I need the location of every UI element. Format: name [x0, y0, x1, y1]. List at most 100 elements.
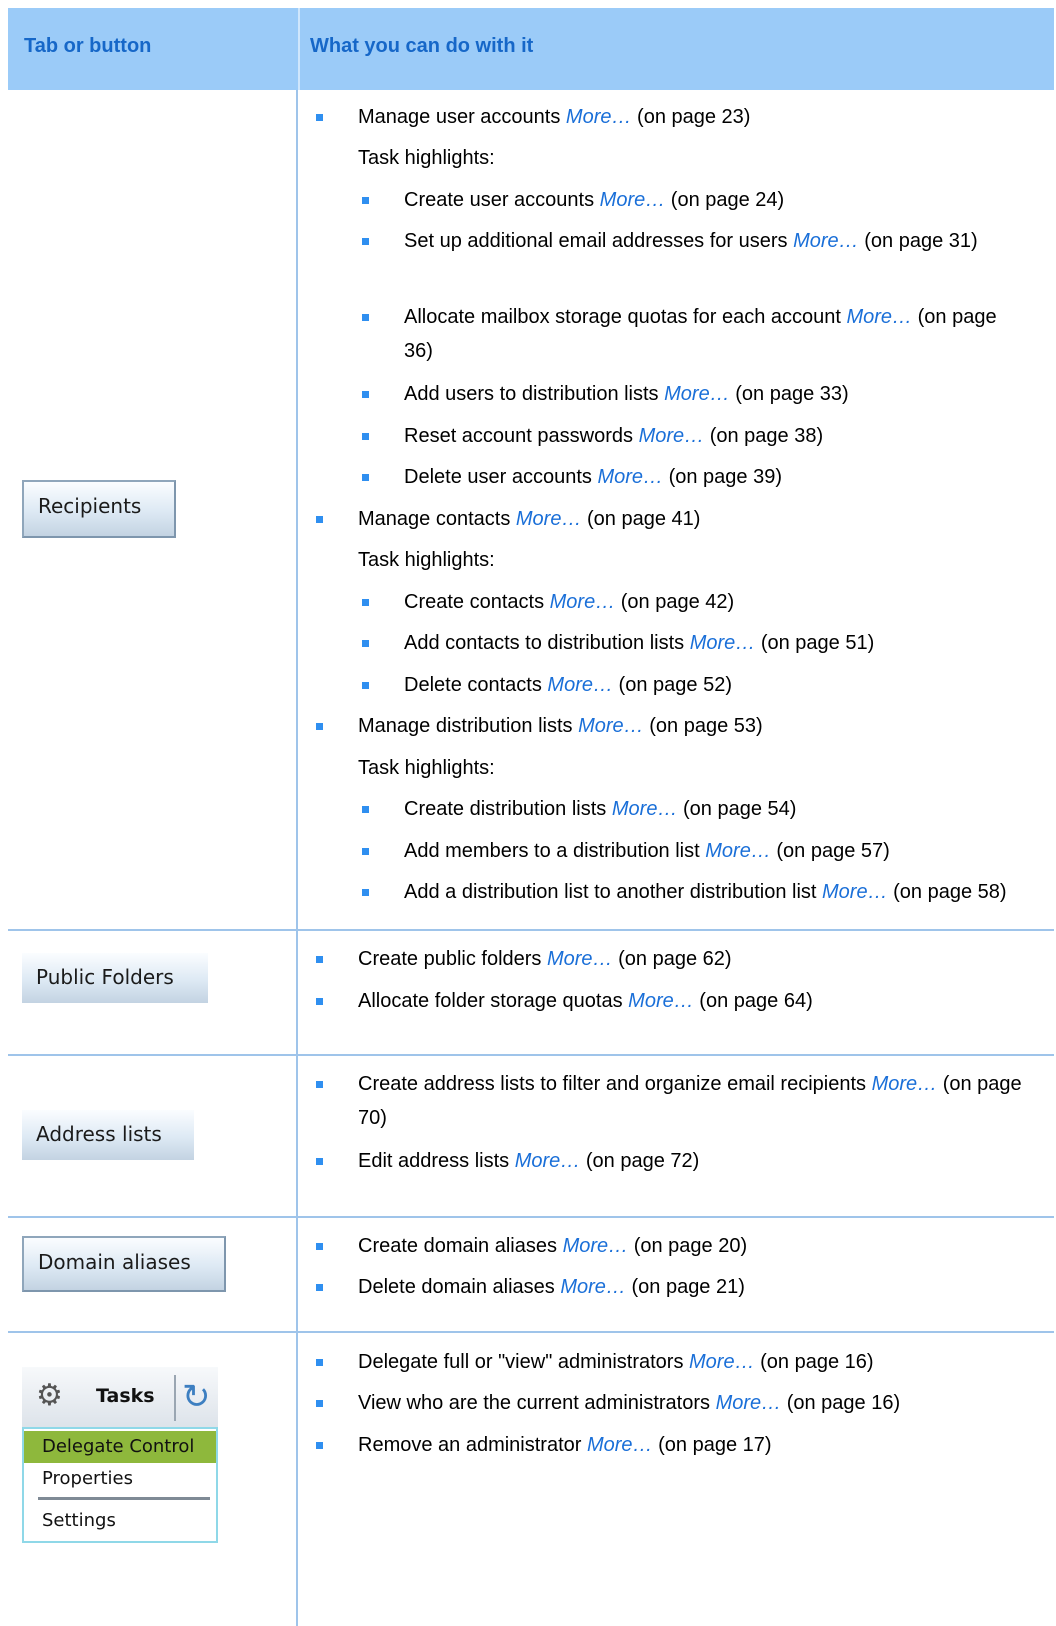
item-text: Manage contacts — [358, 508, 516, 530]
more-link[interactable]: More… — [578, 715, 644, 737]
task-highlights-label: Task highlights: — [358, 147, 495, 169]
bullet-icon — [316, 1284, 323, 1291]
menu-item-properties[interactable]: Properties — [24, 1463, 216, 1495]
header-divider — [298, 8, 300, 90]
more-link[interactable]: More… — [689, 1351, 755, 1373]
row-domain-aliases: Domain aliases Create domain aliases Mor… — [8, 1218, 1054, 1333]
bullet-icon — [362, 599, 369, 606]
more-link[interactable]: More… — [716, 1392, 782, 1414]
more-link[interactable]: More… — [600, 189, 666, 211]
gear-icon[interactable]: ⚙ — [36, 1379, 63, 1413]
more-link[interactable]: More… — [705, 840, 771, 862]
bullet-icon — [316, 1442, 323, 1449]
item-text: Set up additional email addresses for us… — [404, 230, 794, 252]
bullet-icon — [362, 197, 369, 204]
page-reference: (on page 57) — [770, 840, 890, 862]
more-link[interactable]: More… — [587, 1434, 653, 1456]
page-reference: (on page 41) — [581, 508, 701, 530]
item-text: Create user accounts — [404, 189, 600, 211]
more-link[interactable]: More… — [563, 1235, 629, 1257]
page-reference: (on page 16) — [754, 1351, 874, 1373]
bullet-icon — [362, 391, 369, 398]
feature-table: Tab or button What you can do with it Re… — [8, 8, 1054, 1626]
page-reference: (on page 52) — [613, 674, 732, 696]
page-reference: (on page 33) — [729, 383, 849, 405]
item-text: Delegate full or "view" administrators — [358, 1351, 689, 1373]
row-domain-aliases-left: Domain aliases — [8, 1218, 296, 1331]
page-reference: (on page 53) — [643, 715, 763, 737]
bullet-icon — [362, 238, 369, 245]
item-text: Create distribution lists — [404, 798, 612, 820]
refresh-icon[interactable]: ↻ — [182, 1375, 211, 1419]
more-link[interactable]: More… — [690, 632, 756, 654]
tasks-toolbar: ⚙ Tasks ↻ — [22, 1367, 218, 1427]
bullet-icon — [316, 1359, 323, 1366]
item-text: Delete contacts — [404, 674, 548, 696]
domain-aliases-button[interactable]: Domain aliases — [22, 1236, 226, 1292]
bullet-icon — [362, 682, 369, 689]
bullet-icon — [316, 1081, 323, 1088]
bullet-icon — [362, 314, 369, 321]
more-link[interactable]: More… — [547, 948, 613, 970]
page-reference: (on page 39) — [663, 466, 782, 488]
more-link[interactable]: More… — [550, 591, 616, 613]
row-public-folders: Public Folders Create public folders Mor… — [8, 931, 1054, 1056]
menu-divider — [38, 1497, 210, 1500]
recipients-button[interactable]: Recipients — [22, 480, 176, 538]
item-text: Allocate mailbox storage quotas for each… — [404, 306, 847, 328]
more-link[interactable]: More… — [516, 508, 582, 530]
item-text: Create domain aliases — [358, 1235, 563, 1257]
page-reference: (on page 24) — [665, 189, 785, 211]
more-link[interactable]: More… — [515, 1150, 581, 1172]
item-text: View who are the current administrators — [358, 1392, 716, 1414]
item-text: Add users to distribution lists — [404, 383, 665, 405]
more-link[interactable]: More… — [822, 881, 888, 903]
page-reference: (on page 21) — [625, 1276, 745, 1298]
row-public-folders-left: Public Folders — [8, 931, 296, 1054]
page-reference: (on page 20) — [628, 1235, 748, 1257]
item-text: Allocate folder storage quotas — [358, 990, 629, 1012]
more-link[interactable]: More… — [612, 798, 678, 820]
more-link[interactable]: More… — [597, 466, 663, 488]
bullet-icon — [362, 806, 369, 813]
more-link[interactable]: More… — [560, 1276, 626, 1298]
page-reference: (on page 38) — [704, 425, 824, 447]
more-link[interactable]: More… — [566, 106, 632, 128]
tasks-menu-screenshot: ⚙ Tasks ↻ Delegate Control Properties Se… — [22, 1367, 218, 1543]
more-link[interactable]: More… — [628, 990, 694, 1012]
item-text: Add contacts to distribution lists — [404, 632, 690, 654]
item-text: Add members to a distribution list — [404, 840, 706, 862]
bullet-icon — [316, 114, 323, 121]
task-highlights-label: Task highlights: — [358, 757, 495, 779]
page-reference: (on page 62) — [612, 948, 732, 970]
item-text: Create address lists to filter and organ… — [358, 1073, 872, 1095]
row-address-lists-left: Address lists — [8, 1056, 296, 1216]
page-reference: (on page 42) — [615, 591, 735, 613]
public-folders-button[interactable]: Public Folders — [22, 953, 208, 1003]
address-lists-button[interactable]: Address lists — [22, 1110, 194, 1160]
more-link[interactable]: More… — [793, 230, 859, 252]
more-link[interactable]: More… — [846, 306, 912, 328]
page-reference: (on page 64) — [693, 990, 813, 1012]
menu-item-delegate-control[interactable]: Delegate Control — [24, 1431, 216, 1463]
row-recipients-right: Manage user accounts More… (on page 23) … — [298, 90, 1054, 929]
bullet-icon — [316, 516, 323, 523]
more-link[interactable]: More… — [664, 383, 730, 405]
row-public-folders-right: Create public folders More… (on page 62)… — [298, 931, 1054, 1054]
toolbar-divider — [174, 1375, 176, 1421]
more-link[interactable]: More… — [639, 425, 705, 447]
bullet-icon — [316, 723, 323, 730]
bullet-icon — [362, 433, 369, 440]
page-reference: (on page 16) — [781, 1392, 901, 1414]
more-link[interactable]: More… — [872, 1073, 938, 1095]
row-address-lists: Address lists Create address lists to fi… — [8, 1056, 1054, 1218]
tasks-button[interactable]: Tasks — [96, 1385, 155, 1407]
bullet-icon — [316, 1243, 323, 1250]
more-link[interactable]: More… — [547, 674, 613, 696]
bullet-icon — [362, 848, 369, 855]
bullet-icon — [316, 956, 323, 963]
item-text: Delete domain aliases — [358, 1276, 561, 1298]
item-text: Reset account passwords — [404, 425, 639, 447]
menu-item-settings[interactable]: Settings — [24, 1505, 216, 1537]
row-recipients-left: Recipients — [8, 90, 296, 929]
